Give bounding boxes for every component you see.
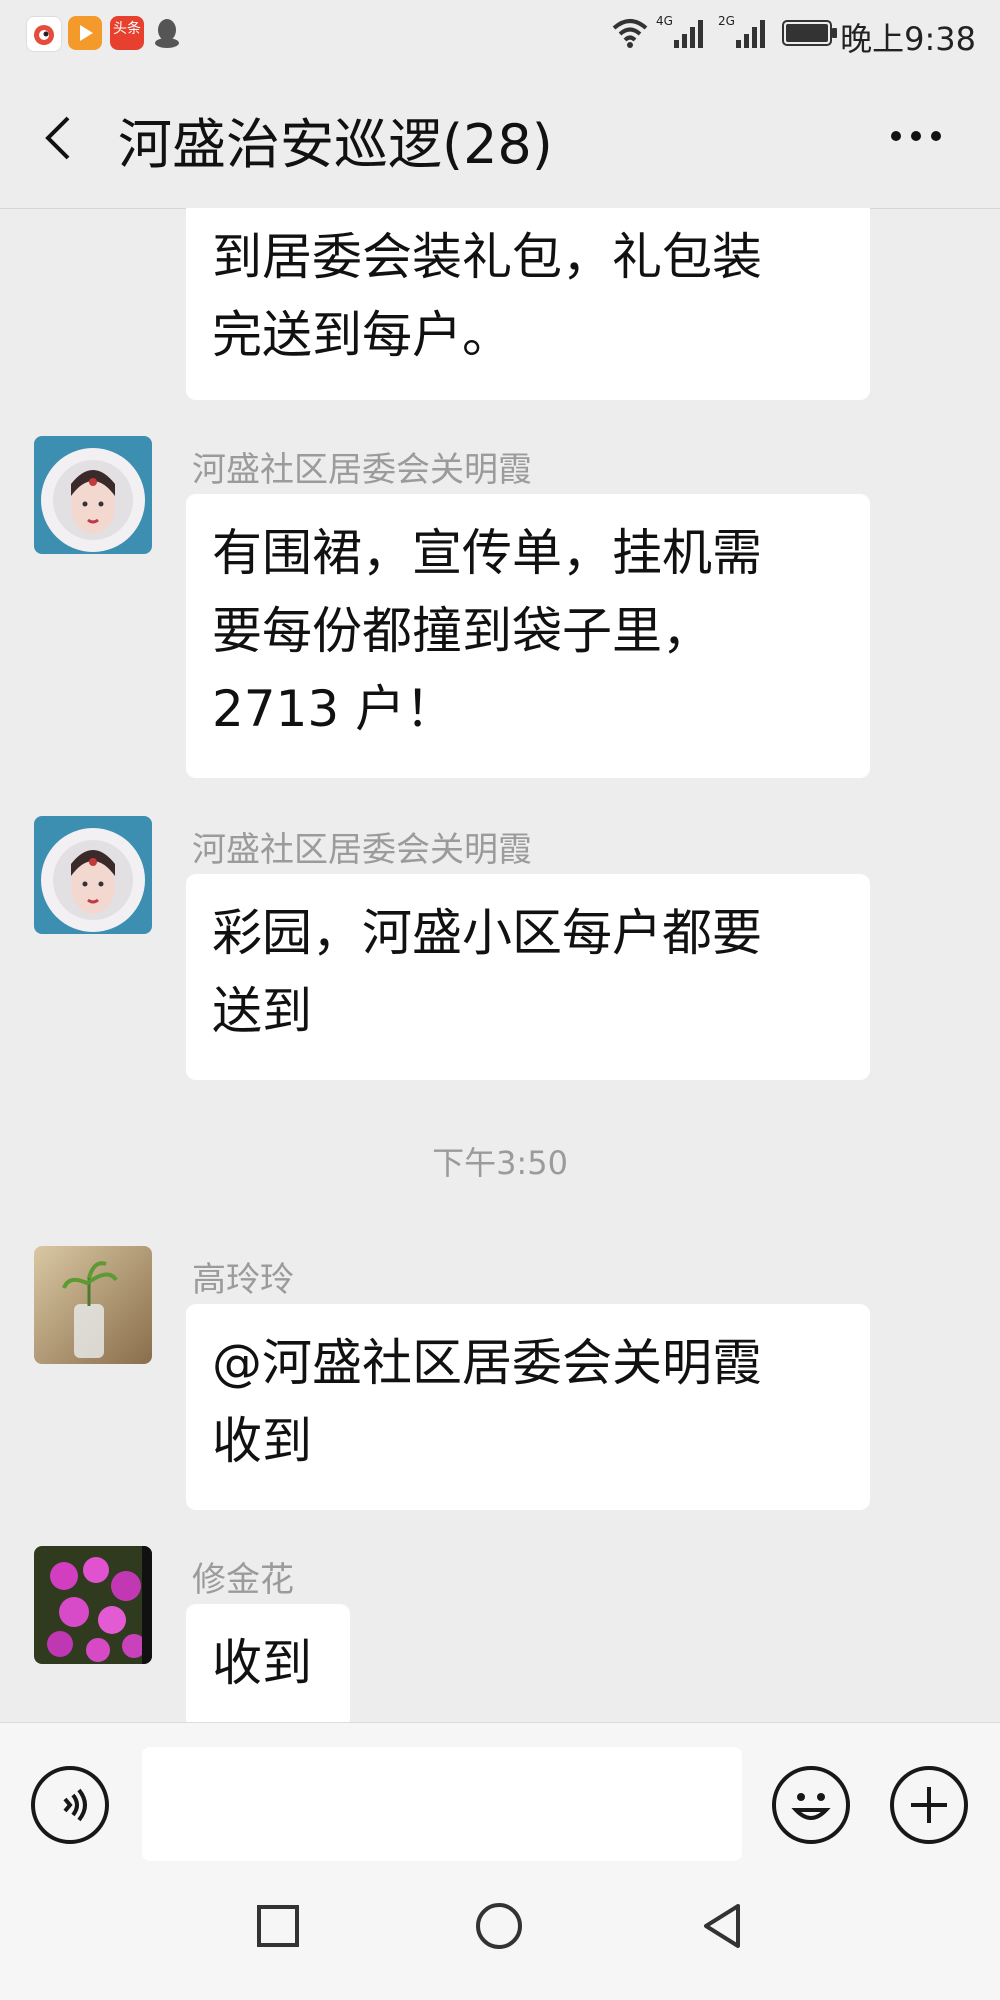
signal-icon-2: [734, 18, 768, 50]
avatar[interactable]: [34, 816, 152, 934]
message-bubble[interactable]: 收到: [186, 1604, 350, 1722]
voice-icon: [63, 1788, 87, 1822]
more-dots-icon: [891, 131, 941, 141]
chat-title: 河盛治安巡逻(28): [118, 113, 553, 176]
message-text-line: 有围裙，宣传单，挂机需: [212, 524, 762, 582]
message-text-line: 要每份都撞到袋子里，: [212, 602, 712, 660]
message-bubble[interactable]: 彩园，河盛小区每户都要 送到: [186, 874, 870, 1080]
chat-messages[interactable]: 到居委会装礼包，礼包装 完送到每户。 河盛社区居委会关明霞 有围裙，宣传单，挂机…: [0, 208, 1000, 1722]
circle-icon: [476, 1903, 522, 1949]
avatar[interactable]: [34, 436, 152, 554]
voice-button[interactable]: [31, 1766, 109, 1844]
network-type-2: 2G: [718, 14, 735, 28]
avatar[interactable]: [34, 1246, 152, 1364]
status-time: 晚上9:38: [840, 20, 976, 58]
message-bubble[interactable]: 有围裙，宣传单，挂机需 要每份都撞到袋子里， 2713 户！: [186, 494, 870, 778]
message-text-line: 彩园，河盛小区每户都要: [212, 904, 762, 962]
plus-icon: [911, 1787, 947, 1823]
battery-icon: [782, 20, 838, 46]
message-text-line: 送到: [212, 982, 312, 1040]
sender-name: 修金花: [192, 1560, 294, 1600]
add-more-button[interactable]: [890, 1766, 968, 1844]
message-text-line: 收到: [212, 1412, 312, 1470]
chevron-left-icon: [45, 116, 70, 160]
emoji-button[interactable]: [772, 1766, 850, 1844]
qq-icon: [152, 16, 182, 50]
message-text-line: @河盛社区居委会关明霞: [212, 1334, 762, 1392]
more-options-button[interactable]: [886, 116, 946, 156]
square-icon: [257, 1905, 299, 1947]
sender-name: 河盛社区居委会关明霞: [192, 450, 532, 490]
recents-button[interactable]: [256, 1904, 300, 1948]
message-input[interactable]: [142, 1747, 742, 1861]
system-nav-bar: [0, 1868, 1000, 2000]
message-bubble[interactable]: 到居委会装礼包，礼包装 完送到每户。: [186, 208, 870, 400]
input-bar: [0, 1722, 1000, 1869]
message-bubble[interactable]: @河盛社区居委会关明霞 收到: [186, 1304, 870, 1510]
message-text-line: 完送到每户。: [212, 306, 512, 364]
video-app-icon: [68, 16, 102, 50]
message-text-line: 到居委会装礼包，礼包装: [212, 228, 762, 286]
weibo-app-icon: [26, 16, 62, 52]
system-back-button[interactable]: [698, 1902, 746, 1950]
chat-header: 河盛治安巡逻(28): [0, 66, 1000, 209]
sender-name: 河盛社区居委会关明霞: [192, 830, 532, 870]
status-bar: 头条 4G 2G 晚上9:38: [0, 0, 1000, 66]
sender-name: 高玲玲: [192, 1260, 294, 1300]
toutiao-app-icon: 头条: [110, 16, 144, 50]
signal-icon-1: [672, 18, 706, 50]
message-text-line: 收到: [212, 1634, 312, 1692]
back-button[interactable]: [30, 108, 90, 168]
avatar[interactable]: [34, 1546, 152, 1664]
emoji-icon: [791, 1793, 831, 1820]
wifi-icon: [610, 16, 650, 50]
time-separator: 下午3:50: [432, 1144, 568, 1182]
triangle-back-icon: [704, 1904, 740, 1948]
home-button[interactable]: [475, 1902, 523, 1950]
network-type-1: 4G: [656, 14, 673, 28]
message-text-line: 2713 户！: [212, 680, 456, 738]
toutiao-app-icon-text: 头条: [113, 21, 141, 37]
